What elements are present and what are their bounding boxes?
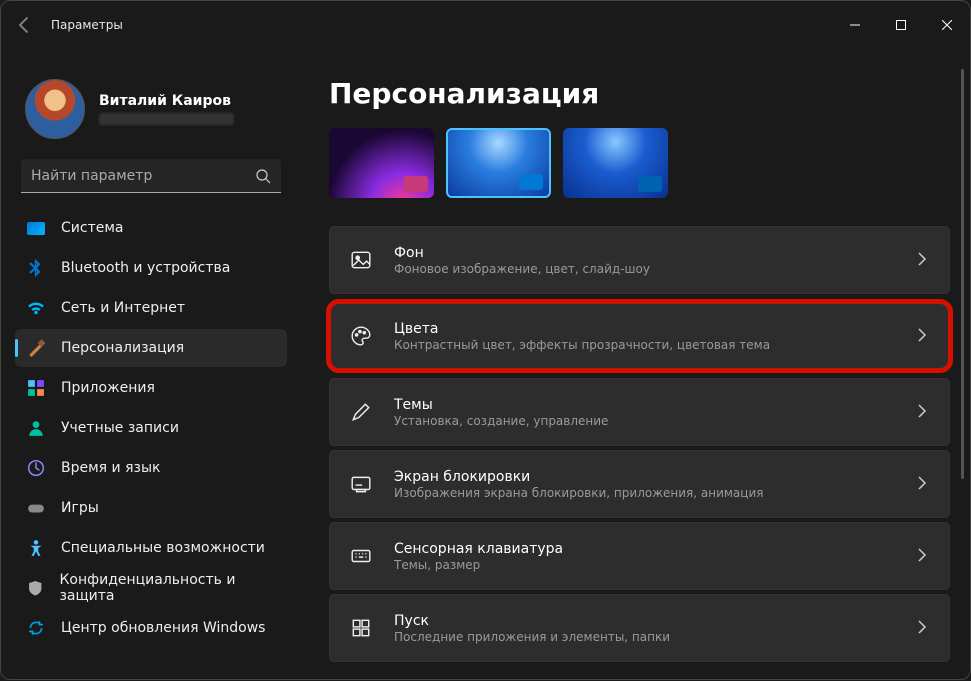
sidebar-item-system[interactable]: Система [15,209,287,247]
card-title: Пуск [394,613,895,629]
theme-preview-1[interactable] [329,128,434,198]
profile-email [99,113,234,125]
chevron-right-icon [917,403,927,422]
chevron-right-icon [917,251,927,270]
card-themes[interactable]: Темы Установка, создание, управление [329,378,950,446]
wifi-icon [27,299,45,317]
image-icon [350,249,372,271]
sidebar-item-apps[interactable]: Приложения [15,369,287,407]
theme-previews [329,128,950,198]
sidebar-item-label: Bluetooth и устройства [61,260,230,276]
theme-preview-3[interactable] [563,128,668,198]
window-title: Параметры [51,18,832,32]
card-subtitle: Контрастный цвет, эффекты прозрачности, … [394,338,895,352]
card-title: Цвета [394,321,895,337]
card-touch-keyboard[interactable]: Сенсорная клавиатура Темы, размер [329,522,950,590]
person-icon [27,419,45,437]
card-subtitle: Фоновое изображение, цвет, слайд-шоу [394,262,895,276]
bluetooth-icon [27,259,45,277]
system-icon [27,222,45,235]
sidebar-item-label: Персонализация [61,340,184,356]
card-colors[interactable]: Цвета Контрастный цвет, эффекты прозрачн… [329,302,950,370]
chevron-right-icon [917,475,927,494]
search-input[interactable]: Найти параметр [21,159,281,193]
keyboard-icon [350,545,372,567]
main-content: Персонализация Фон Фоновое изображение, … [301,49,970,681]
sidebar: Виталий Каиров Найти параметр Система Bl… [1,49,301,681]
card-lockscreen[interactable]: Экран блокировки Изображения экрана блок… [329,450,950,518]
chevron-right-icon [917,327,927,346]
sidebar-item-network[interactable]: Сеть и Интернет [15,289,287,327]
accessibility-icon [27,539,45,557]
sidebar-item-accounts[interactable]: Учетные записи [15,409,287,447]
title-bar: Параметры [1,1,970,49]
sidebar-item-time-language[interactable]: Время и язык [15,449,287,487]
minimize-button[interactable] [832,1,878,49]
sidebar-item-label: Время и язык [61,460,160,476]
chevron-right-icon [917,547,927,566]
card-title: Темы [394,397,895,413]
palette-icon [350,325,372,347]
card-subtitle: Темы, размер [394,558,895,572]
card-subtitle: Последние приложения и элементы, папки [394,630,895,644]
shield-icon [27,579,43,597]
card-title: Фон [394,245,895,261]
card-subtitle: Установка, создание, управление [394,414,895,428]
settings-cards: Фон Фоновое изображение, цвет, слайд-шоу… [329,226,950,662]
sidebar-item-label: Сеть и Интернет [61,300,185,316]
back-button[interactable] [15,15,35,35]
sidebar-item-label: Конфиденциальность и защита [59,572,275,604]
card-background[interactable]: Фон Фоновое изображение, цвет, слайд-шоу [329,226,950,294]
sidebar-item-label: Центр обновления Windows [61,620,265,636]
sidebar-item-windows-update[interactable]: Центр обновления Windows [15,609,287,647]
sidebar-item-personalization[interactable]: Персонализация [15,329,287,367]
start-icon [350,617,372,639]
clock-globe-icon [27,459,45,477]
card-title: Сенсорная клавиатура [394,541,895,557]
sidebar-item-privacy[interactable]: Конфиденциальность и защита [15,569,287,607]
sidebar-item-label: Учетные записи [61,420,179,436]
page-title: Персонализация [329,77,950,110]
maximize-button[interactable] [878,1,924,49]
search-placeholder: Найти параметр [31,168,255,184]
scrollbar[interactable] [961,69,964,479]
theme-preview-2[interactable] [446,128,551,198]
sidebar-item-label: Приложения [61,380,155,396]
sidebar-item-label: Система [61,220,123,236]
profile-name: Виталий Каиров [99,93,234,109]
sidebar-item-label: Специальные возможности [61,540,265,556]
card-subtitle: Изображения экрана блокировки, приложени… [394,486,895,500]
sidebar-nav: Система Bluetooth и устройства Сеть и Ин… [15,209,287,647]
apps-icon [27,379,45,397]
avatar [25,79,85,139]
card-start[interactable]: Пуск Последние приложения и элементы, па… [329,594,950,662]
close-button[interactable] [924,1,970,49]
chevron-right-icon [917,619,927,638]
sidebar-item-bluetooth[interactable]: Bluetooth и устройства [15,249,287,287]
sidebar-item-label: Игры [61,500,99,516]
update-icon [27,619,45,637]
profile[interactable]: Виталий Каиров [15,65,287,159]
sidebar-item-accessibility[interactable]: Специальные возможности [15,529,287,567]
window-controls [832,1,970,49]
search-icon [255,168,271,184]
lockscreen-icon [350,473,372,495]
sidebar-item-gaming[interactable]: Игры [15,489,287,527]
paintbrush-icon [27,339,45,357]
gamepad-icon [27,499,45,517]
card-title: Экран блокировки [394,469,895,485]
pen-icon [350,401,372,423]
